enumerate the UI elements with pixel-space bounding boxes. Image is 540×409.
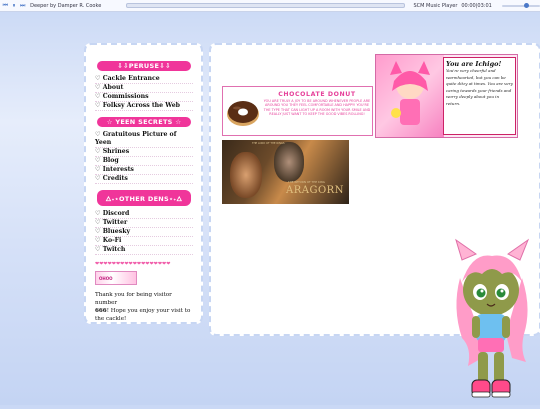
nav-link-folksy-web[interactable]: ♡ Folksy Across the Web <box>95 102 193 111</box>
aragorn-image: THE LORD OF THE RINGS THE RETURN OF THE … <box>222 140 349 204</box>
ichigo-description: You're very cheerful and warmhearted, bu… <box>446 68 513 106</box>
nav-link-about[interactable]: ♡ About <box>95 84 193 93</box>
ichigo-art-image <box>376 55 444 137</box>
nav-link-discord[interactable]: ♡ Discord <box>95 210 193 219</box>
aragorn-title: ARAGORN <box>286 185 344 196</box>
music-player-bar: ⏮ ⏸ ⏭ Deeper by Damper R. Cooke SCM Musi… <box>0 0 540 12</box>
donut-image <box>226 97 260 127</box>
volume-knob[interactable] <box>523 2 529 8</box>
nav-link-bluesky[interactable]: ♡ Bluesky <box>95 228 193 237</box>
track-title: Deeper by Damper R. Cooke <box>30 2 102 9</box>
ichigo-title: You are Ichigo! <box>446 60 502 68</box>
hearts-divider: ❤❤❤❤❤❤❤❤❤❤❤❤❤❤❤❤❤❤ <box>95 261 171 267</box>
donut-title: CHOCOLATE DONUT <box>278 91 356 98</box>
donut-description: YOU ARE TRULY A JOY TO BE AROUND WHENEVE… <box>263 99 371 116</box>
visitor-counter-text: Thank you for being visitor number 666! … <box>95 291 193 323</box>
sidebar-nav: ⇩⇩PERUSE⇩⇩ ♡ Cackle Entrance ♡ About ♡ C… <box>84 43 203 324</box>
aragorn-subtitle: THE RETURN OF THE KING <box>288 180 325 184</box>
nav-link-commissions[interactable]: ♡ Commissions <box>95 93 193 102</box>
stamp-text: OHOO <box>99 275 113 281</box>
nav-link-cackle-entrance[interactable]: ♡ Cackle Entrance <box>95 75 193 84</box>
nav-link-kofi[interactable]: ♡ Ko-Fi <box>95 237 193 246</box>
aragorn-face-right <box>274 142 304 182</box>
pink-haired-character-decoration <box>442 238 540 405</box>
nav-link-twitch[interactable]: ♡ Twitch <box>95 246 193 255</box>
nav-header-yeen-secrets: ☆ YEEN SECRETS ☆ <box>97 117 191 127</box>
visitor-number: 666 <box>95 308 107 314</box>
nav-link-gratuitous-picture[interactable]: ♡ Gratuitous Picture of Yeen <box>95 131 193 148</box>
visitor-prefix: Thank you for being visitor number <box>95 292 172 306</box>
site-stamp[interactable]: OHOO <box>95 271 137 285</box>
aragorn-top-caption: THE LORD OF THE RINGS <box>252 142 285 145</box>
nav-link-blog[interactable]: ♡ Blog <box>95 157 193 166</box>
aragorn-face-left <box>230 152 262 198</box>
visitor-suffix: ! Hope you enjoy your visit to the cackl… <box>95 308 191 322</box>
previous-icon[interactable]: ⏮ <box>2 2 9 9</box>
nav-link-credits[interactable]: ♡ Credits <box>95 175 193 184</box>
nav-header-other-dens: 🜂˖⋆OTHER DENS⋆˖🜂 <box>97 190 191 206</box>
next-icon[interactable]: ⏭ <box>19 2 26 9</box>
progress-bar[interactable] <box>125 3 406 8</box>
nav-link-twitter[interactable]: ♡ Twitter <box>95 219 193 228</box>
nav-link-interests[interactable]: ♡ Interests <box>95 166 193 175</box>
pause-icon[interactable]: ⏸ <box>11 2 18 9</box>
player-name: SCM Music Player <box>413 2 458 9</box>
nav-header-peruse: ⇩⇩PERUSE⇩⇩ <box>97 61 191 71</box>
nav-group-peruse: ⇩⇩PERUSE⇩⇩ ♡ Cackle Entrance ♡ About ♡ C… <box>95 61 193 111</box>
ichigo-text-box: You are Ichigo! You're very cheerful and… <box>443 57 516 135</box>
chocolate-donut-quiz-result: CHOCOLATE DONUT YOU ARE TRULY A JOY TO B… <box>222 86 373 136</box>
volume-slider[interactable] <box>501 2 540 8</box>
ichigo-quiz-result: You are Ichigo! You're very cheerful and… <box>375 54 518 138</box>
nav-link-shrines[interactable]: ♡ Shrines <box>95 148 193 157</box>
nav-group-yeen-secrets: ☆ YEEN SECRETS ☆ ♡ Gratuitous Picture of… <box>95 117 193 184</box>
track-time: 00:00|03:01 <box>461 2 492 9</box>
nav-group-other-dens: 🜂˖⋆OTHER DENS⋆˖🜂 ♡ Discord ♡ Twitter ♡ B… <box>95 190 193 255</box>
